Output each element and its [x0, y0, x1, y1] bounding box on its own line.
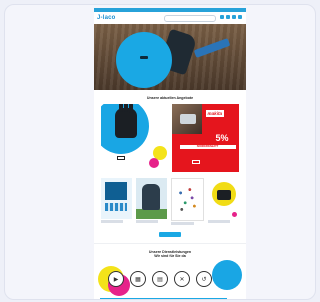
browser-frame: J-laco Unsere aktuellen Angebote makita … — [4, 4, 316, 300]
promo-photo — [171, 104, 202, 134]
cookie-banner — [100, 298, 227, 299]
account-icon[interactable] — [220, 15, 224, 19]
site-logo[interactable]: J-laco — [97, 15, 116, 21]
cookie-accept-button[interactable] — [209, 298, 223, 299]
web-page: J-laco Unsere aktuellen Angebote makita … — [94, 8, 246, 299]
tools-icon[interactable]: ✕ — [174, 271, 190, 287]
discount-percent: 5% — [215, 133, 229, 143]
discount-bar: SONDERRABATT — [179, 145, 236, 149]
service-icons: ▶ ▦ ▤ ✕ ↺ — [108, 271, 212, 287]
hero-button[interactable] — [140, 56, 148, 59]
decor-pink-dot — [232, 212, 237, 217]
parts-image — [176, 183, 199, 216]
decor-blue-circle — [212, 260, 242, 290]
glove-image — [115, 104, 137, 138]
search-input[interactable] — [164, 15, 216, 22]
decor-magenta-dot — [148, 158, 159, 168]
promo-makita[interactable]: makita 5% SONDERRABATT — [171, 104, 239, 172]
product-tiles — [94, 178, 246, 225]
tile-image — [101, 178, 132, 219]
kit-image — [217, 190, 231, 200]
tile-caption — [136, 220, 158, 223]
menu-icon[interactable] — [238, 15, 242, 19]
tile-caption — [171, 222, 195, 225]
site-header: J-laco — [94, 12, 246, 24]
shirt-image — [105, 182, 127, 200]
tile-parts[interactable] — [171, 178, 204, 225]
package-icon[interactable]: ▤ — [152, 271, 168, 287]
grass-image — [136, 209, 167, 219]
offers-title: Unsere aktuellen Angebote — [146, 96, 194, 100]
header-icons — [220, 15, 242, 19]
tile-image — [208, 178, 239, 219]
services-title: Unsere Dienstleistungen Wir sind für Sie… — [94, 250, 246, 259]
tile-kit[interactable] — [208, 178, 239, 225]
tile-outdoor[interactable] — [136, 178, 167, 225]
services-title-line2: Wir sind für Sie da — [154, 254, 186, 259]
services-section: Unsere Dienstleistungen Wir sind für Sie… — [94, 243, 246, 296]
tile-image — [171, 178, 204, 221]
calendar-icon[interactable]: ▦ — [130, 271, 146, 287]
return-icon[interactable]: ↺ — [196, 271, 212, 287]
tile-caption — [208, 220, 230, 223]
tile-image — [136, 178, 167, 219]
promo-gloves[interactable] — [101, 104, 169, 172]
tile-caption — [101, 220, 123, 223]
cart-icon[interactable] — [232, 15, 236, 19]
promo-button[interactable] — [117, 156, 125, 160]
promo-button[interactable] — [191, 160, 200, 164]
tile-workwear[interactable] — [101, 178, 132, 225]
promo-row: makita 5% SONDERRABATT — [94, 104, 246, 172]
wishlist-icon[interactable] — [226, 15, 230, 19]
worker-image — [142, 184, 160, 210]
cta-button[interactable] — [159, 232, 181, 237]
product-strip — [105, 203, 127, 211]
hero-circle — [116, 32, 172, 88]
delivery-icon[interactable]: ▶ — [108, 271, 124, 287]
hero-banner — [94, 24, 246, 90]
brand-logo: makita — [205, 110, 225, 117]
